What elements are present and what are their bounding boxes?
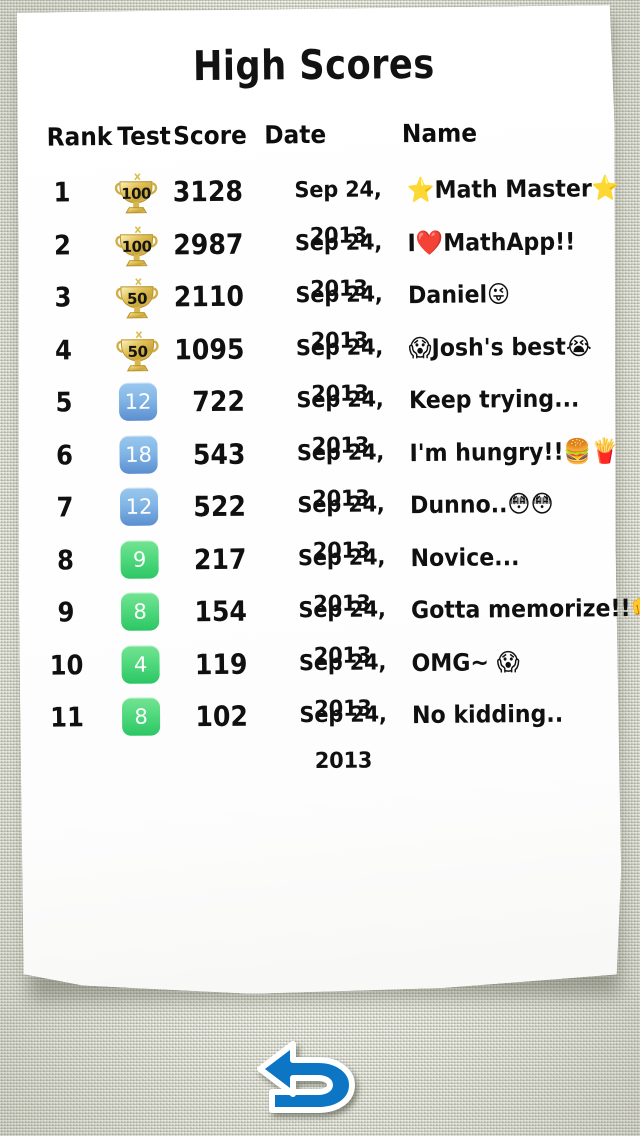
- table-row[interactable]: 3 50 2110 Sep 24, 2013 Daniel😜: [16, 270, 616, 354]
- column-header-name: Name: [401, 118, 478, 149]
- player-name: No kidding..: [411, 699, 564, 730]
- test-cell: 4: [109, 645, 171, 690]
- test-badge: 8: [120, 592, 160, 631]
- table-row[interactable]: 7 12 522 Sep 24, 2013 Dunno..😳😳: [18, 480, 618, 564]
- test-cell: 12: [108, 487, 170, 532]
- score-value: 2987: [173, 227, 244, 261]
- rank-value: 9: [57, 597, 75, 629]
- score-value: 543: [192, 437, 246, 471]
- player-name: Daniel😜: [407, 280, 511, 310]
- score-value: 154: [194, 594, 248, 629]
- paper-sheet: High Scores Rank Test Score Date Name 11…: [13, 5, 640, 1001]
- column-header-test: Test: [117, 121, 171, 151]
- player-name: I'm hungry!!🍔🍟: [409, 436, 619, 467]
- score-value: 102: [195, 699, 249, 734]
- trophy-label: 50: [127, 289, 148, 308]
- table-row[interactable]: 1 100 3128 Sep 24, 2013 ⭐Math Master⭐: [15, 165, 619, 249]
- page-title: High Scores: [192, 39, 435, 91]
- test-badge: 18: [119, 435, 158, 474]
- test-badge: 12: [118, 382, 158, 421]
- test-cell: 8: [110, 697, 172, 742]
- test-badge: 8: [121, 697, 161, 736]
- rank-value: 1: [53, 177, 71, 209]
- test-cell: 50: [106, 330, 168, 375]
- test-cell: 100: [105, 172, 167, 217]
- rank-value: 11: [50, 702, 85, 734]
- score-value: 119: [194, 647, 248, 681]
- trophy-icon: 100: [113, 173, 159, 215]
- high-scores-panel: High Scores Rank Test Score Date Name 11…: [13, 5, 640, 996]
- player-name: Keep trying...: [408, 384, 580, 415]
- player-name: Dunno..😳😳: [409, 489, 554, 520]
- rank-value: 7: [56, 492, 74, 524]
- table-row[interactable]: 9 8 154 Sep 24, 2013 Gotta memorize!!👊: [19, 585, 640, 669]
- back-arrow-icon: [252, 1038, 372, 1120]
- player-name: I❤️MathApp!!: [407, 227, 576, 257]
- test-cell: 8: [109, 592, 171, 637]
- column-header-date: Date: [264, 119, 327, 150]
- test-badge: 9: [120, 540, 159, 579]
- table-row[interactable]: 2 100 2987 Sep 24, 2013 I❤️MathApp!!: [15, 218, 615, 302]
- rank-value: 3: [54, 282, 72, 314]
- rank-value: 4: [54, 334, 73, 367]
- table-row[interactable]: 8 9 217 Sep 24, 2013 Novice...: [18, 533, 618, 617]
- score-value: 522: [193, 489, 247, 524]
- trophy-icon: 50: [114, 278, 160, 320]
- score-value: 2110: [173, 279, 245, 314]
- back-button[interactable]: [252, 1038, 372, 1120]
- rank-value: 10: [49, 649, 84, 682]
- test-badge: 12: [119, 487, 159, 526]
- player-name: Gotta memorize!!👊: [410, 593, 640, 625]
- score-rows: 1 100 3128 Sep 24, 2013 ⭐Math Master⭐ 2 100 298…: [15, 165, 640, 774]
- trophy-label: 100: [121, 237, 152, 256]
- trophy-icon: 100: [113, 225, 159, 267]
- player-name: 😱Josh's best😭: [408, 331, 592, 362]
- trophy-label: 100: [121, 184, 152, 203]
- trophy-icon: 50: [114, 330, 160, 372]
- test-cell: 9: [108, 540, 170, 585]
- test-cell: 18: [107, 435, 169, 480]
- table-row[interactable]: 4 50 1095 Sep 24, 2013 😱Josh's best😭: [16, 323, 616, 407]
- date-value: Sep 24, 2013: [299, 702, 387, 775]
- test-cell: 100: [105, 225, 167, 270]
- score-value: 217: [193, 542, 247, 576]
- rank-value: 5: [55, 387, 73, 419]
- column-header-rank: Rank: [46, 121, 113, 152]
- table-header: Rank Test Score Date Name: [35, 117, 593, 156]
- score-value: 3128: [172, 174, 244, 209]
- rank-value: 6: [55, 439, 74, 472]
- column-header-score: Score: [172, 120, 248, 151]
- table-row[interactable]: 11 8 102 Sep 24, 2013 No kidding..: [20, 690, 620, 774]
- table-row[interactable]: 6 18 543 Sep 24, 2013 I'm hungry!!🍔🍟: [17, 428, 619, 512]
- player-name: Novice...: [410, 542, 520, 572]
- player-name: OMG~ 😱: [411, 647, 520, 677]
- test-cell: 12: [107, 382, 169, 427]
- rank-value: 2: [53, 229, 72, 262]
- player-name: ⭐Math Master⭐: [406, 174, 620, 205]
- table-row[interactable]: 10 4 119 Sep 24, 2013 OMG~ 😱: [19, 638, 619, 722]
- table-row[interactable]: 5 12 722 Sep 24, 2013 Keep trying...: [17, 375, 617, 459]
- score-value: 1095: [174, 332, 245, 366]
- trophy-label: 50: [127, 342, 148, 361]
- test-cell: 50: [106, 277, 168, 322]
- test-badge: 4: [121, 645, 160, 684]
- rank-value: 8: [56, 544, 75, 577]
- score-value: 722: [192, 384, 246, 419]
